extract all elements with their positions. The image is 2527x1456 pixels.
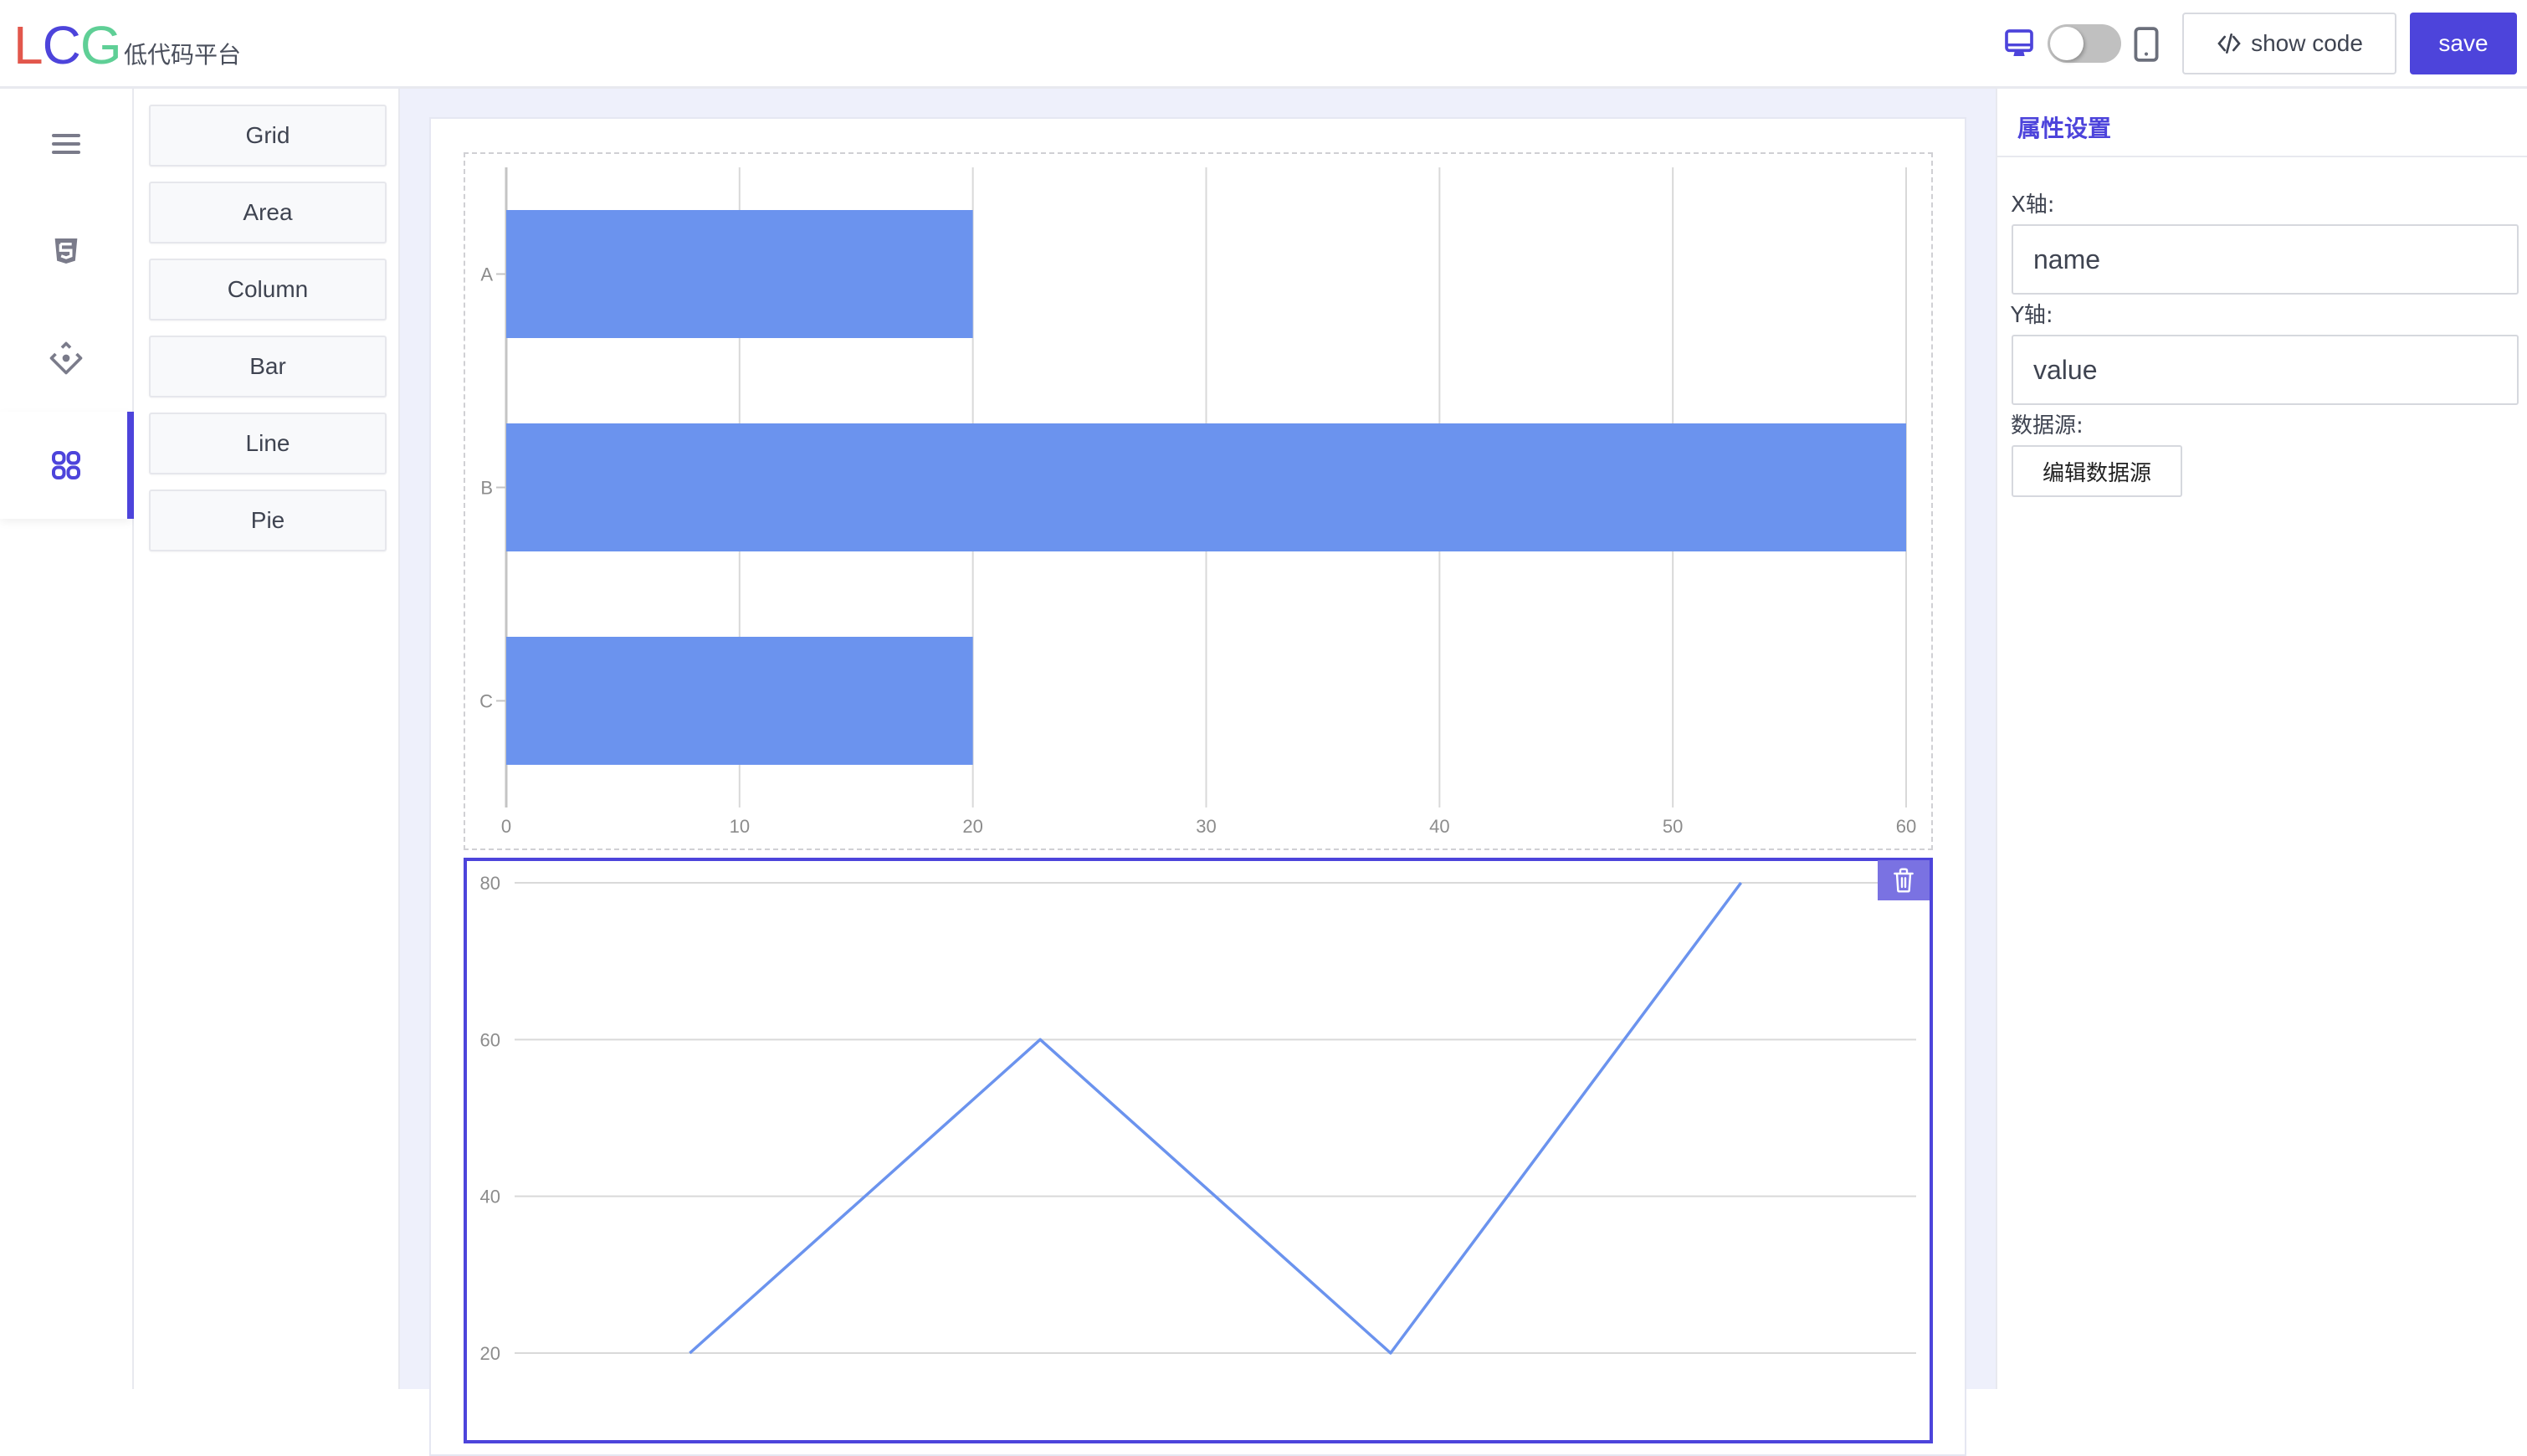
x-axis-field[interactable] (2012, 224, 2519, 295)
bar-x-tick-label: 50 (1663, 816, 1683, 837)
line-y-tick-label: 20 (480, 1343, 500, 1364)
y-axis-label: Y轴: (2011, 298, 2053, 329)
line-y-tick-label: 40 (480, 1187, 500, 1207)
x-axis-label: X轴: (2011, 187, 2055, 218)
line-y-tick-label: 80 (480, 873, 500, 894)
line-y-tick-label: 60 (480, 1029, 500, 1050)
properties-title: 属性设置 (2017, 110, 2111, 144)
bar-x-tick-label: 30 (1196, 816, 1216, 837)
bar-C (506, 637, 973, 765)
bar-y-tick-label: B (480, 478, 493, 499)
bar-x-tick-label: 60 (1896, 816, 1916, 837)
bar-x-tick-label: 40 (1429, 816, 1449, 837)
divider (1997, 156, 2527, 157)
y-axis-field[interactable] (2012, 335, 2519, 405)
bar-y-tick-label: C (479, 691, 493, 712)
bar-B (506, 423, 1906, 551)
delete-widget-button[interactable] (1878, 860, 1930, 900)
bar-x-tick-label: 0 (501, 816, 511, 837)
properties-panel: 属性设置 X轴: Y轴: 数据源: 编辑数据源 (1996, 89, 2527, 1389)
bar-x-tick-label: 10 (730, 816, 750, 837)
bar-y-tick-label: A (480, 264, 493, 285)
data-source-label: 数据源: (2011, 408, 2084, 439)
trash-icon (1892, 867, 1915, 894)
bar-x-tick-label: 20 (962, 816, 982, 837)
edit-data-source-button[interactable]: 编辑数据源 (2012, 445, 2182, 497)
line-series (689, 883, 1740, 1353)
bar-A (506, 210, 973, 338)
